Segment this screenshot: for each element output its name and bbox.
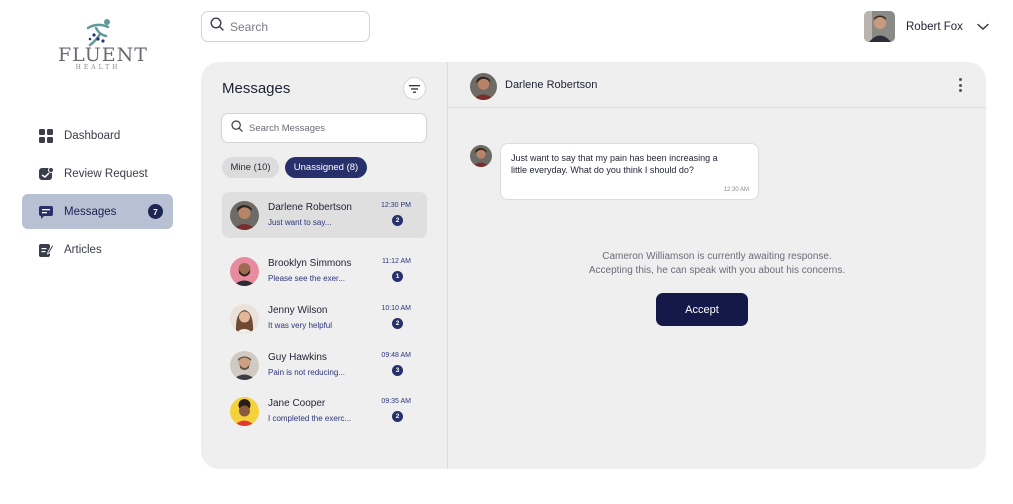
message-search-input[interactable]	[249, 122, 409, 134]
conversation-item[interactable]: Jane Cooper I completed the exerc... 09:…	[222, 388, 427, 434]
contact-avatar	[230, 201, 259, 230]
conversation-item[interactable]: Guy Hawkins Pain is not reducing... 09:4…	[222, 342, 427, 388]
unread-badge: 1	[392, 271, 403, 282]
chat-contact-name: Darlene Robertson	[505, 79, 598, 91]
messages-count-badge: 7	[148, 204, 163, 219]
contact-avatar	[230, 351, 259, 380]
message-time: 09:48 AM	[381, 352, 411, 359]
message-time: 11:12 AM	[381, 258, 411, 265]
sidebar-item-label: Messages	[64, 205, 117, 218]
contact-avatar	[230, 257, 259, 286]
conversation-list-column: Messages Mine (10) Unassigned (8) Darlen…	[201, 62, 448, 469]
search-icon	[231, 119, 243, 137]
message-preview: Just want to say...	[268, 218, 332, 227]
message-icon	[38, 204, 54, 220]
conversation-item[interactable]: Brooklyn Simmons Please see the exer... …	[222, 248, 427, 294]
article-edit-icon	[38, 242, 54, 258]
message-preview: I completed the exerc...	[268, 414, 352, 423]
global-search-box[interactable]	[201, 11, 370, 42]
app-root: FLUENT HEALTH Dashboard Review Request M…	[0, 0, 1013, 504]
sidebar-item-label: Articles	[64, 243, 102, 256]
sidebar-item-dashboard[interactable]: Dashboard	[22, 118, 173, 153]
message-sender-avatar	[470, 145, 492, 167]
conversation-item[interactable]: Darlene Robertson Just want to say... 12…	[222, 192, 427, 238]
message-text: Just want to say that my pain has been i…	[511, 153, 718, 175]
message-preview: Pain is not reducing...	[268, 368, 345, 377]
filter-chip-unassigned[interactable]: Unassigned (8)	[285, 157, 367, 178]
sidebar-item-messages[interactable]: Messages 7	[22, 194, 173, 229]
search-icon	[210, 17, 224, 36]
user-menu[interactable]: Robert Fox	[864, 11, 989, 42]
message-time: 09:35 AM	[381, 398, 411, 405]
messages-panel: Messages Mine (10) Unassigned (8) Darlen…	[201, 62, 986, 469]
more-options-icon[interactable]	[956, 76, 964, 94]
chat-header: Darlene Robertson	[448, 62, 986, 108]
user-name: Robert Fox	[906, 20, 963, 33]
grid-icon	[38, 128, 54, 144]
message-time: 12:30 PM	[381, 202, 411, 209]
message-time: 10:10 AM	[381, 305, 411, 312]
messages-title: Messages	[222, 80, 291, 97]
message-preview: Please see the exer...	[268, 274, 345, 283]
chevron-down-icon[interactable]	[977, 18, 989, 36]
sidebar-item-label: Dashboard	[64, 129, 121, 142]
filter-icon	[409, 80, 420, 98]
global-search-input[interactable]	[230, 19, 350, 34]
filter-chip-mine[interactable]: Mine (10)	[222, 157, 279, 178]
contact-name: Brooklyn Simmons	[268, 258, 352, 269]
review-icon	[38, 166, 54, 182]
unread-badge: 3	[392, 365, 403, 376]
contact-avatar	[230, 397, 259, 426]
contact-name: Jane Cooper	[268, 398, 326, 409]
filter-button[interactable]	[403, 77, 426, 100]
unread-badge: 2	[392, 318, 403, 329]
chat-contact-avatar	[470, 73, 497, 100]
await-line-2: Accepting this, he can speak with you ab…	[588, 265, 846, 276]
unread-badge: 2	[392, 411, 403, 422]
message-bubble: Just want to say that my pain has been i…	[500, 143, 759, 200]
unread-badge: 2	[392, 215, 403, 226]
await-line-1: Cameron Williamson is currently awaiting…	[602, 251, 832, 262]
user-avatar	[864, 11, 895, 42]
contact-name: Darlene Robertson	[268, 202, 352, 213]
contact-name: Jenny Wilson	[268, 305, 328, 316]
sidebar-item-label: Review Request	[64, 167, 148, 180]
contact-avatar	[230, 304, 259, 333]
message-preview: It was very helpful	[268, 321, 333, 330]
awaiting-response-notice: Cameron Williamson is currently awaiting…	[448, 250, 986, 278]
contact-name: Guy Hawkins	[268, 352, 327, 363]
message-timestamp: 12:30 AM	[723, 187, 749, 193]
brand-logo[interactable]: FLUENT HEALTH	[58, 18, 148, 78]
brand-name: FLUENT	[58, 44, 148, 66]
sidebar-item-articles[interactable]: Articles	[22, 232, 173, 267]
message-search-box[interactable]	[221, 113, 427, 143]
sidebar-nav: Dashboard Review Request Messages 7 Arti…	[22, 118, 173, 270]
accept-button[interactable]: Accept	[656, 293, 748, 326]
sidebar-item-review-request[interactable]: Review Request	[22, 156, 173, 191]
conversation-item[interactable]: Jenny Wilson It was very helpful 10:10 A…	[222, 295, 427, 341]
